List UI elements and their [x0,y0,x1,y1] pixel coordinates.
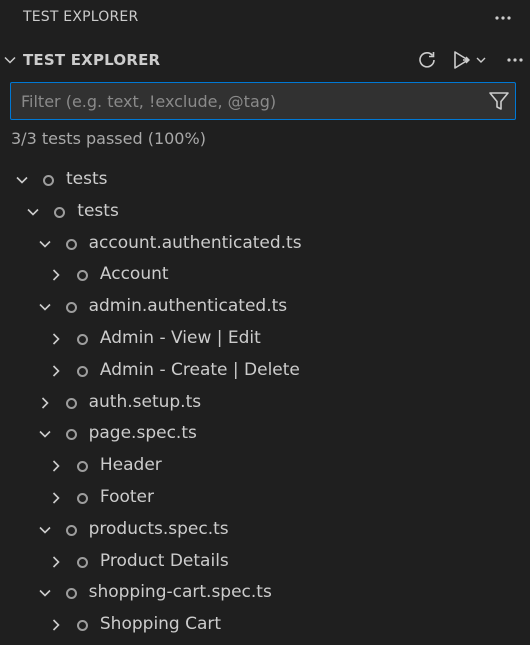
tree-item-label: Product Details [99,550,229,571]
chevron-right-icon[interactable] [37,395,53,411]
run-tests-button[interactable] [450,48,474,72]
status-not-run-icon [76,493,88,504]
filter-options-button[interactable] [487,89,511,117]
status-not-run-icon [65,524,77,536]
chevron-down-icon[interactable] [37,426,53,442]
tree-item-label: Admin - Create | Delete [99,359,300,380]
filter-icon [489,92,509,110]
status-not-run-icon [76,334,88,345]
tree-item[interactable]: Shopping Cart [0,609,530,641]
status-not-run-icon [43,175,54,186]
status-not-run-icon [76,461,88,473]
tree-item-label: shopping-cart.spec.ts [88,582,272,603]
section-title: TEST EXPLORER [23,51,161,69]
view-title-bar: TEST EXPLORER [0,0,530,36]
status-not-run-icon [65,588,77,600]
status-not-run-icon [65,397,77,409]
tree-item[interactable]: tests [0,196,530,228]
tree-item[interactable]: account.authenticated.ts [0,228,530,260]
tree-item-label: account.authenticated.ts [88,232,302,253]
ellipsis-icon [495,16,511,20]
tree-item-label: Header [99,455,162,476]
chevron-down-icon[interactable] [37,299,53,315]
chevron-down-icon[interactable] [14,172,30,188]
chevron-right-icon[interactable] [48,458,64,474]
view-title: TEST EXPLORER [23,9,139,25]
filter-input[interactable] [11,83,491,119]
tree-item-label: tests [77,200,119,221]
status-not-run-icon [54,206,66,218]
tree-item[interactable]: Footer [0,482,530,514]
tree-item[interactable]: page.spec.ts [0,418,530,450]
chevron-right-icon[interactable] [48,490,64,506]
run-tests-icon [454,51,470,69]
run-options-dropdown[interactable] [472,48,490,72]
section-more-actions-button[interactable] [503,48,527,72]
chevron-down-icon [476,57,486,63]
more-actions-button[interactable] [491,6,515,30]
status-not-run-icon [76,365,88,377]
chevron-down-icon[interactable] [37,522,53,538]
tree-item-label: admin.authenticated.ts [88,296,288,317]
status-not-run-icon [76,270,88,282]
status-not-run-icon [65,302,77,314]
tree-item-label: Account [99,264,169,285]
status-not-run-icon [65,238,77,250]
section-header[interactable]: TEST EXPLORER [0,44,530,76]
tree-item[interactable]: admin.authenticated.ts [0,291,530,323]
tree-item-label: auth.setup.ts [88,391,202,412]
chevron-right-icon[interactable] [48,267,64,283]
refresh-tests-button[interactable] [415,48,439,72]
chevron-down-icon[interactable] [37,236,53,252]
tree-item[interactable]: auth.setup.ts [0,387,530,419]
tree-item-label: Footer [99,487,154,507]
chevron-down-icon[interactable] [25,204,41,220]
tree-item[interactable]: tests [0,164,530,196]
filter-box [10,82,516,120]
status-not-run-icon [76,556,88,568]
chevron-right-icon[interactable] [48,331,64,347]
ellipsis-icon [507,58,523,62]
chevron-right-icon[interactable] [48,554,64,570]
chevron-right-icon[interactable] [48,363,64,379]
tree-item[interactable]: shopping-cart.spec.ts [0,577,530,609]
tree-item[interactable]: products.spec.ts [0,514,530,546]
chevron-down-icon[interactable] [2,52,18,68]
status-not-run-icon [76,620,88,632]
tree-item-label: Admin - View | Edit [99,328,261,348]
test-summary: 3/3 tests passed (100%) [11,129,206,148]
status-not-run-icon [65,429,77,441]
tree-item-label: products.spec.ts [88,518,229,539]
tree-item[interactable]: Admin - Create | Delete [0,355,530,387]
tree-item[interactable]: Product Details [0,546,530,578]
tree-item[interactable]: Account [0,259,530,291]
refresh-icon [419,52,435,68]
tree-item-label: page.spec.ts [88,423,197,444]
chevron-down-icon[interactable] [37,585,53,601]
tree-item-label: tests [66,169,108,189]
tree-item[interactable]: Header [0,450,530,482]
tree-item[interactable]: Admin - View | Edit [0,323,530,355]
chevron-right-icon[interactable] [48,617,64,633]
tree-item-label: Shopping Cart [99,614,222,635]
